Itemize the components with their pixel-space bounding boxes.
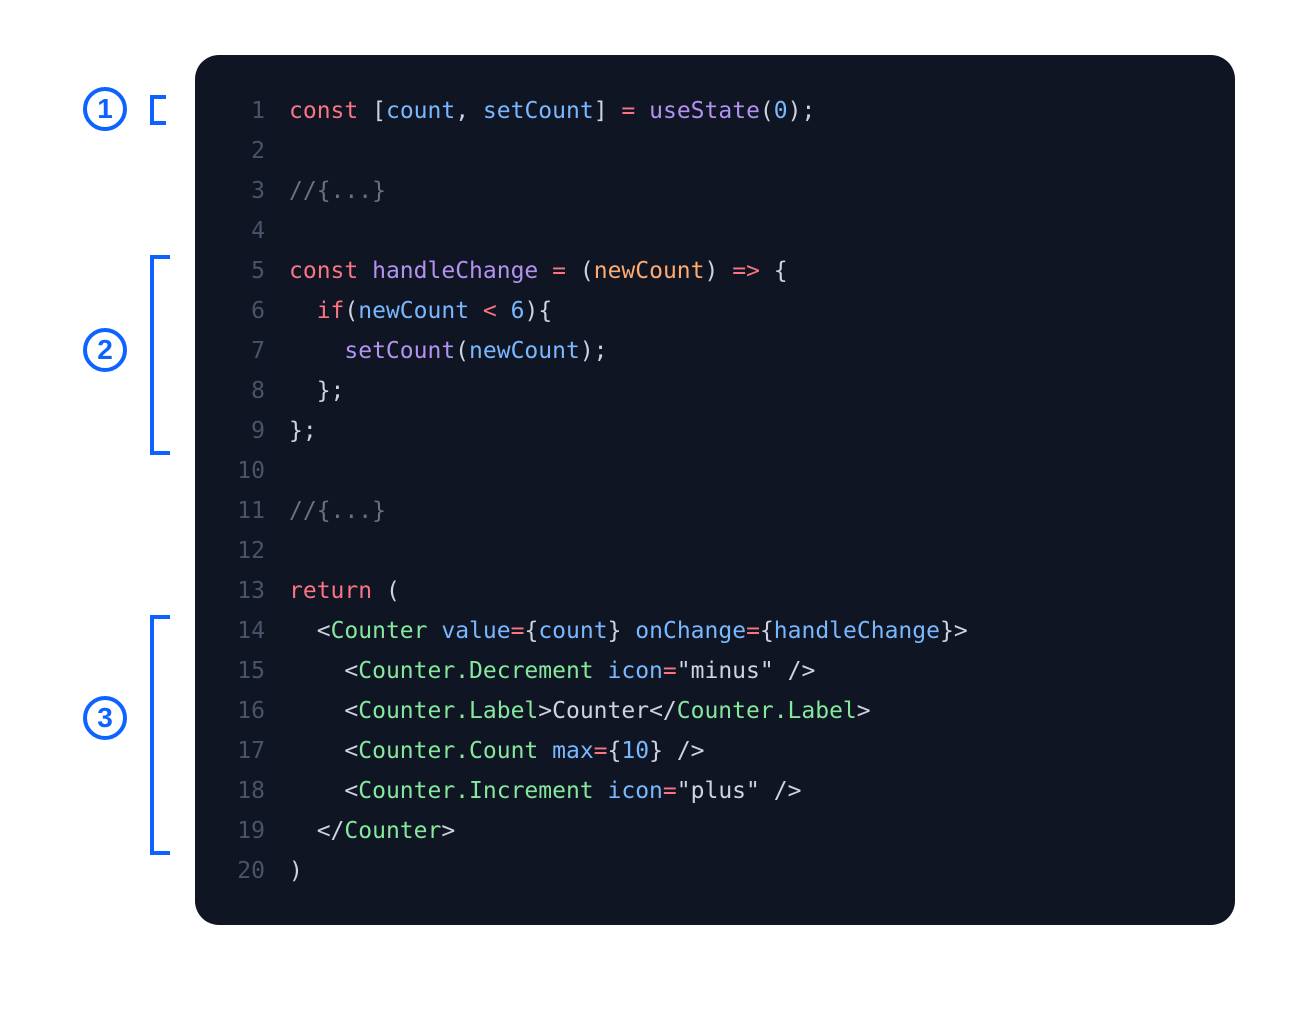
code-content: };	[289, 411, 317, 451]
code-content: <Counter value={count} onChange={handleC…	[289, 611, 968, 651]
line-number: 10	[219, 451, 265, 491]
line-number: 7	[219, 331, 265, 371]
code-line: 14 <Counter value={count} onChange={hand…	[219, 611, 1211, 651]
code-line: 18 <Counter.Increment icon="plus" />	[219, 771, 1211, 811]
code-line: 4	[219, 211, 1211, 251]
line-number: 6	[219, 291, 265, 331]
diagram-stage: 1 2 3 1 const [count, setCount] = useStat…	[0, 0, 1300, 1032]
code-line: 5 const handleChange = (newCount) => {	[219, 251, 1211, 291]
code-content: setCount(newCount);	[289, 331, 608, 371]
line-number: 12	[219, 531, 265, 571]
code-content: <Counter.Increment icon="plus" />	[289, 771, 801, 811]
code-line: 15 <Counter.Decrement icon="minus" />	[219, 651, 1211, 691]
code-content: <Counter.Count max={10} />	[289, 731, 705, 771]
code-line: 20)	[219, 851, 1211, 891]
code-content: <Counter.Decrement icon="minus" />	[289, 651, 815, 691]
code-line: 16 <Counter.Label>Counter</Counter.Label…	[219, 691, 1211, 731]
line-number: 18	[219, 771, 265, 811]
code-content: const handleChange = (newCount) => {	[289, 251, 788, 291]
code-content: const [count, setCount] = useState(0);	[289, 91, 815, 131]
line-number: 11	[219, 491, 265, 531]
code-line: 6 if(newCount < 6){	[219, 291, 1211, 331]
code-content: </Counter>	[289, 811, 455, 851]
code-content: if(newCount < 6){	[289, 291, 552, 331]
code-content: return (	[289, 571, 400, 611]
code-editor-card: 1 const [count, setCount] = useState(0); 2…	[195, 55, 1235, 925]
line-number: 8	[219, 371, 265, 411]
line-number: 14	[219, 611, 265, 651]
line-number: 9	[219, 411, 265, 451]
code-content: //{...}	[289, 171, 386, 211]
line-number: 15	[219, 651, 265, 691]
annotation-bracket-3	[150, 615, 170, 855]
code-line: 8 };	[219, 371, 1211, 411]
code-line: 13 return (	[219, 571, 1211, 611]
annotation-badge-3: 3	[83, 696, 127, 740]
code-line: 1 const [count, setCount] = useState(0);	[219, 91, 1211, 131]
code-content: };	[289, 371, 344, 411]
code-line: 10	[219, 451, 1211, 491]
annotation-bracket-1	[150, 95, 166, 125]
line-number: 1	[219, 91, 265, 131]
code-content: <Counter.Label>Counter</Counter.Label>	[289, 691, 871, 731]
line-number: 5	[219, 251, 265, 291]
line-number: 17	[219, 731, 265, 771]
line-number: 13	[219, 571, 265, 611]
code-line: 11 //{...}	[219, 491, 1211, 531]
line-number: 3	[219, 171, 265, 211]
code-line: 7 setCount(newCount);	[219, 331, 1211, 371]
code-line: 19 </Counter>	[219, 811, 1211, 851]
line-number: 4	[219, 211, 265, 251]
code-content: )	[289, 851, 303, 891]
code-line: 2	[219, 131, 1211, 171]
annotation-badge-2: 2	[83, 328, 127, 372]
code-line: 9};	[219, 411, 1211, 451]
code-line: 3 //{...}	[219, 171, 1211, 211]
line-number: 16	[219, 691, 265, 731]
annotation-bracket-2	[150, 255, 170, 455]
code-line: 12	[219, 531, 1211, 571]
code-line: 17 <Counter.Count max={10} />	[219, 731, 1211, 771]
line-number: 19	[219, 811, 265, 851]
annotation-badge-1: 1	[83, 87, 127, 131]
line-number: 2	[219, 131, 265, 171]
code-content: //{...}	[289, 491, 386, 531]
line-number: 20	[219, 851, 265, 891]
code-lines: 1 const [count, setCount] = useState(0); 2…	[219, 91, 1211, 891]
